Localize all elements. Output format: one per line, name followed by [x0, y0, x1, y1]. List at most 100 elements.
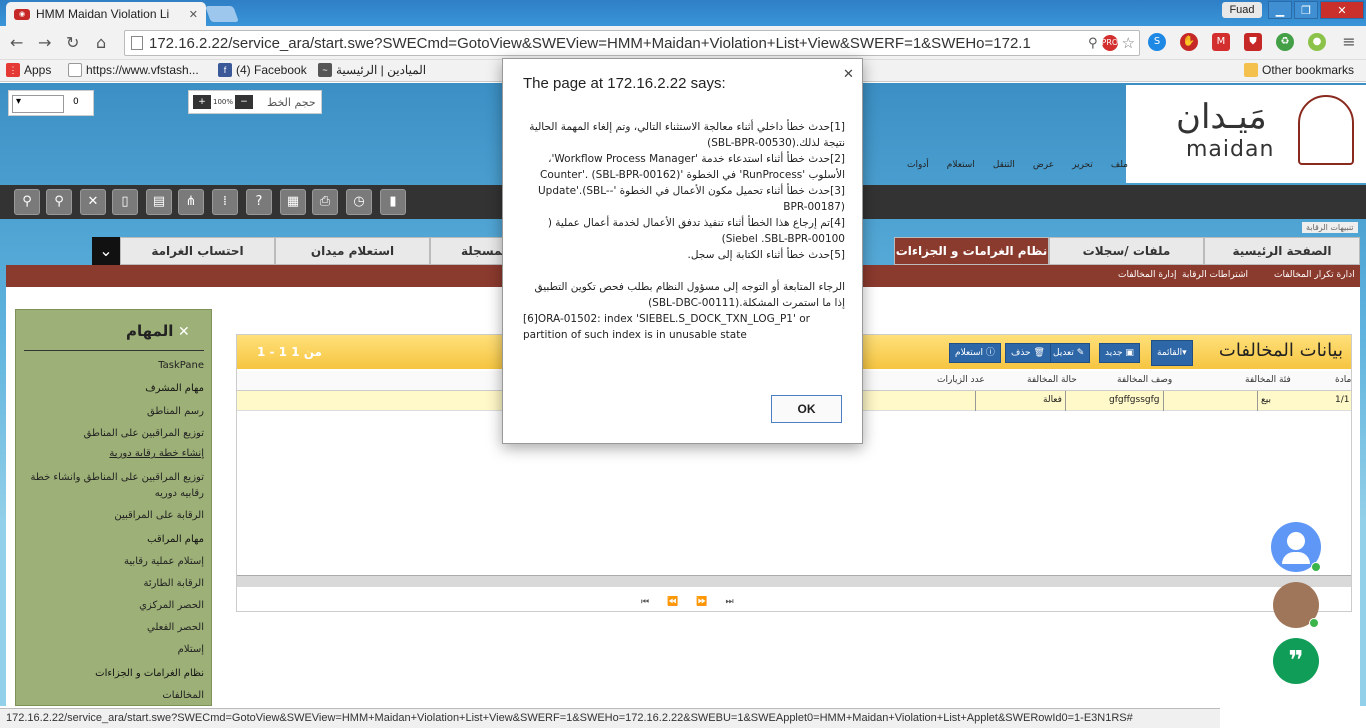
taskpane-item[interactable]: توزيع المراقبين على المناطق وانشاء خطة ر… [24, 470, 205, 502]
font-decrease-button[interactable]: − [235, 95, 253, 109]
search-all-icon[interactable]: ⚲ [46, 189, 72, 215]
first-page-icon[interactable]: ⏮ [641, 597, 667, 607]
taskpane-item[interactable]: الرقابة على المراقبين [24, 510, 204, 521]
sitemap-icon[interactable]: ⋔ [178, 189, 204, 215]
hangouts-quote-icon[interactable]: ❞ [1273, 638, 1319, 684]
col-description[interactable]: وصف المخالفة [1117, 375, 1172, 385]
document-icon[interactable]: ▦ [280, 189, 306, 215]
recycle-icon[interactable]: ♻ [1276, 33, 1294, 51]
help-icon[interactable]: ? [246, 189, 272, 215]
breadcrumb[interactable]: تنبيهات الرقابة [1302, 222, 1358, 233]
divider [975, 391, 976, 411]
tab-files-records[interactable]: ملفات /سجلات [1049, 237, 1204, 265]
avatar[interactable] [1273, 582, 1319, 628]
address-url[interactable]: 172.16.2.22/service_ara/start.swe?SWECmd… [149, 35, 1088, 52]
menu-tools[interactable]: أدوات [905, 160, 931, 174]
close-icon[interactable]: ✕ [843, 67, 854, 82]
ok-button[interactable]: OK [771, 395, 842, 423]
tab-close-icon[interactable]: ✕ [189, 8, 198, 21]
bookmark-star-icon[interactable]: ☆ [1122, 34, 1135, 52]
menu-navigate[interactable]: التنقل [991, 160, 1017, 174]
shield-icon[interactable]: ⛊ [1244, 33, 1262, 51]
forward-arrow-icon[interactable]: → [38, 33, 51, 52]
taskpane-item[interactable]: الحصر الفعلي [24, 622, 204, 633]
home-icon[interactable]: ⌂ [96, 33, 106, 52]
new-record-button[interactable]: جديد ▣ [1099, 343, 1140, 363]
delete-record-button[interactable]: حذف 🗑 [1005, 343, 1051, 363]
cell-article[interactable]: 1/1 [1335, 395, 1349, 405]
clear-icon[interactable]: ✕ [80, 189, 106, 215]
search-icon[interactable]: ⚲ [1088, 36, 1098, 51]
tab-home[interactable]: الصفحة الرئيسية [1204, 237, 1360, 265]
pro-extension-icon[interactable]: PRO [1101, 35, 1118, 51]
divider [1257, 391, 1258, 411]
taskpane-item[interactable]: إنشاء خطة رقابة دورية [24, 448, 204, 459]
cell-description[interactable]: gfgffgssgfg [1109, 395, 1159, 405]
reload-icon[interactable]: ↻ [66, 33, 79, 52]
gmail-icon[interactable]: M [1212, 33, 1230, 51]
profile-user[interactable]: Fuad [1222, 2, 1262, 18]
chart-icon[interactable]: ▮ [380, 189, 406, 215]
edit-record-button[interactable]: تعديل ✎ [1047, 343, 1091, 363]
location-pin-icon[interactable]: ● [1308, 33, 1326, 51]
horizontal-scrollbar[interactable] [237, 575, 1351, 587]
col-visits[interactable]: عدد الزيارات [937, 375, 985, 385]
bookmark-icon[interactable]: ▯ [112, 189, 138, 215]
subnav-control-conditions[interactable]: اشتراطات الرقابة [1182, 270, 1248, 280]
search-icon[interactable]: ⚲ [14, 189, 40, 215]
taskpane-item[interactable]: الحصر المركزي [24, 600, 204, 611]
menu-view[interactable]: عرض [1031, 160, 1056, 174]
zoom-select[interactable]: ▾ [12, 95, 64, 113]
minimize-button[interactable]: ▁ [1268, 1, 1292, 19]
subnav-violations-mgmt[interactable]: إدارة المخالفات [1118, 270, 1176, 280]
taskpane-item[interactable]: المخالفات [24, 690, 204, 701]
tab-fines-system[interactable]: نظام الغرامات و الجزاءات [894, 237, 1049, 265]
new-tab-button[interactable] [205, 6, 239, 22]
skype-icon[interactable]: S [1148, 33, 1166, 51]
taskpane-item[interactable]: إستلام عملية رقابية [24, 556, 204, 567]
clock-icon[interactable]: ◷ [346, 189, 372, 215]
col-category[interactable]: فئة المخالفة [1245, 375, 1291, 385]
taskpane-item[interactable]: توزيع المراقبين على المناطق [24, 428, 204, 439]
menu-file[interactable]: ملف [1109, 160, 1130, 174]
back-arrow-icon[interactable]: ← [10, 33, 23, 52]
last-page-icon[interactable]: ⏭ [726, 597, 752, 607]
cell-category[interactable]: بيع [1261, 395, 1271, 405]
other-bookmarks[interactable]: Other bookmarks [1244, 63, 1354, 77]
print-icon[interactable]: ⎙ [312, 189, 338, 215]
maximize-button[interactable]: ❐ [1294, 1, 1318, 19]
subnav-repeat-violations[interactable]: ادارة تكرار المخالفات [1274, 270, 1355, 280]
bookmark-vfstash[interactable]: https://www.vfstash... [68, 63, 199, 77]
bookmark-almayadeen[interactable]: ~ الميادين | الرئيسية [318, 63, 426, 77]
browser-tab[interactable]: ◉ HMM Maidan Violation Li ✕ [6, 2, 206, 26]
taskpane-item[interactable]: رسم المناطق [24, 406, 204, 417]
window-close-button[interactable]: ✕ [1320, 1, 1364, 19]
prev-page-icon[interactable]: ⏪ [667, 597, 696, 607]
col-article[interactable]: مادة [1335, 375, 1351, 385]
font-percent: 100% [213, 95, 233, 109]
menu-icon[interactable]: ≡ [1340, 33, 1358, 51]
taskpane-item[interactable]: الرقابة الطارئة [24, 578, 204, 589]
menu-query[interactable]: استعلام [945, 160, 977, 174]
col-status[interactable]: حالة المخالفة [1027, 375, 1077, 385]
taskpane-item[interactable]: إستلام [24, 644, 204, 655]
address-bar[interactable]: 172.16.2.22/service_ara/start.swe?SWECmd… [124, 30, 1140, 56]
columns-icon[interactable]: ⁞ [212, 189, 238, 215]
menu-edit[interactable]: تحرير [1070, 160, 1095, 174]
tab-maidan-query[interactable]: استعلام ميدان [275, 237, 430, 265]
query-button[interactable]: استعلام ⓘ [949, 343, 1001, 363]
bookmark-facebook[interactable]: f (4) Facebook [218, 63, 307, 77]
cell-status[interactable]: فعالة [1043, 395, 1062, 405]
font-increase-button[interactable]: + [193, 95, 211, 109]
profile-bubble[interactable] [1271, 522, 1321, 572]
font-size-label: حجم الخط [267, 95, 316, 109]
tab-fine-calc[interactable]: احتساب الغرامة [120, 237, 275, 265]
next-page-icon[interactable]: ⏩ [696, 597, 725, 607]
apps-bookmark[interactable]: ⋮ Apps [6, 63, 51, 77]
adblock-icon[interactable]: ✋ [1180, 33, 1198, 51]
save-icon[interactable]: ▤ [146, 189, 172, 215]
applet-menu-button[interactable]: القائمة▾ [1151, 340, 1193, 366]
taskpane-item[interactable]: TaskPane [24, 360, 204, 371]
close-icon[interactable]: ✕ [178, 324, 190, 340]
tabs-dropdown-chevron-icon[interactable]: ⌄ [92, 237, 120, 265]
